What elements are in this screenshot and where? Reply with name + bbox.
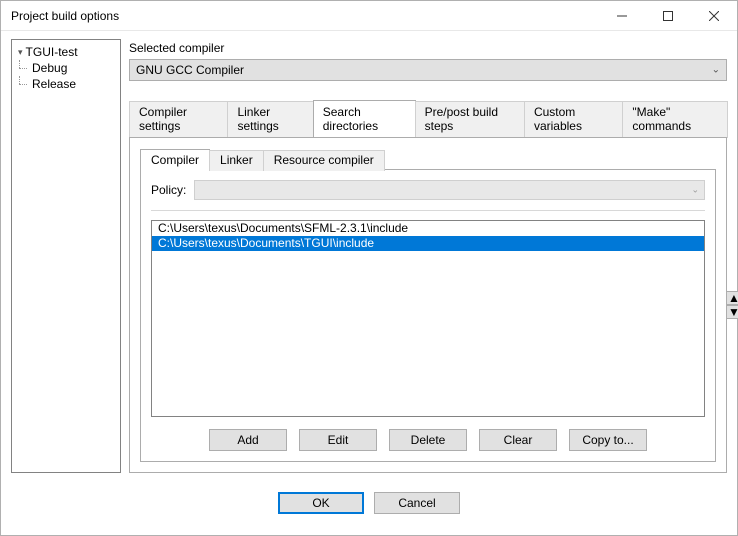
tree-root-label: TGUI-test bbox=[26, 45, 78, 59]
tab-panel: Compiler Linker Resource compiler Policy… bbox=[129, 137, 727, 473]
arrow-down-icon: ▼ bbox=[728, 306, 738, 318]
tree-item-release[interactable]: Release bbox=[14, 76, 120, 92]
button-label: Add bbox=[237, 433, 258, 447]
selected-compiler-label: Selected compiler bbox=[129, 39, 727, 59]
button-label: Clear bbox=[504, 433, 533, 447]
tab-label: Pre/post build steps bbox=[425, 105, 498, 133]
list-item[interactable]: C:\Users\texus\Documents\SFML-2.3.1\incl… bbox=[152, 221, 704, 236]
titlebar: Project build options bbox=[1, 1, 737, 31]
tab-label: "Make" commands bbox=[632, 105, 691, 133]
sub-tabs: Compiler Linker Resource compiler bbox=[140, 148, 716, 169]
directories-list[interactable]: C:\Users\texus\Documents\SFML-2.3.1\incl… bbox=[151, 220, 705, 417]
tree-item-label: Debug bbox=[32, 61, 67, 75]
window-controls bbox=[599, 1, 737, 31]
edit-button[interactable]: Edit bbox=[299, 429, 377, 451]
subtab-label: Resource compiler bbox=[274, 153, 374, 167]
delete-button[interactable]: Delete bbox=[389, 429, 467, 451]
subtab-panel: Policy: ⌄ C:\Users\texus\Documents\SFML-… bbox=[140, 169, 716, 462]
tab-pre-post-build[interactable]: Pre/post build steps bbox=[415, 101, 525, 138]
tree-item-debug[interactable]: Debug bbox=[14, 60, 120, 76]
minimize-button[interactable] bbox=[599, 1, 645, 31]
tab-label: Linker settings bbox=[237, 105, 278, 133]
right-pane: Selected compiler GNU GCC Compiler ⌄ Com… bbox=[129, 39, 727, 473]
chevron-down-icon: ⌄ bbox=[691, 185, 699, 196]
arrow-up-icon: ▲ bbox=[728, 292, 738, 304]
tree-root[interactable]: TGUI-test bbox=[14, 44, 120, 60]
divider bbox=[151, 210, 705, 212]
target-tree[interactable]: TGUI-test Debug Release bbox=[11, 39, 121, 473]
compiler-dropdown-value: GNU GCC Compiler bbox=[136, 63, 244, 77]
policy-label: Policy: bbox=[151, 183, 186, 197]
subtab-compiler[interactable]: Compiler bbox=[140, 149, 210, 170]
policy-dropdown[interactable]: ⌄ bbox=[194, 180, 705, 200]
dialog-footer: OK Cancel bbox=[11, 479, 727, 527]
tab-linker-settings[interactable]: Linker settings bbox=[227, 101, 313, 138]
button-label: OK bbox=[312, 496, 329, 510]
subtab-label: Linker bbox=[220, 153, 253, 167]
button-label: Delete bbox=[411, 433, 446, 447]
list-item-text: C:\Users\texus\Documents\SFML-2.3.1\incl… bbox=[158, 221, 408, 235]
tree-item-label: Release bbox=[32, 77, 76, 91]
subtab-resource-compiler[interactable]: Resource compiler bbox=[263, 150, 385, 171]
chevron-down-icon: ⌄ bbox=[712, 65, 720, 76]
close-button[interactable] bbox=[691, 1, 737, 31]
compiler-dropdown[interactable]: GNU GCC Compiler ⌄ bbox=[129, 59, 727, 81]
main-row: TGUI-test Debug Release Selected compile… bbox=[11, 39, 727, 473]
copy-to-button[interactable]: Copy to... bbox=[569, 429, 647, 451]
tab-make-commands[interactable]: "Make" commands bbox=[622, 101, 728, 138]
tab-custom-variables[interactable]: Custom variables bbox=[524, 101, 623, 138]
list-item-text: C:\Users\texus\Documents\TGUI\include bbox=[158, 236, 374, 250]
button-label: Cancel bbox=[398, 496, 435, 510]
tab-label: Search directories bbox=[323, 105, 378, 133]
button-label: Edit bbox=[328, 433, 349, 447]
list-buttons: Add Edit Delete Clear Copy to... bbox=[151, 429, 705, 451]
move-down-button[interactable]: ▼ bbox=[726, 305, 738, 319]
tab-compiler-settings[interactable]: Compiler settings bbox=[129, 101, 228, 138]
move-up-button[interactable]: ▲ bbox=[726, 291, 738, 305]
tab-label: Custom variables bbox=[534, 105, 582, 133]
maximize-button[interactable] bbox=[645, 1, 691, 31]
add-button[interactable]: Add bbox=[209, 429, 287, 451]
window-title: Project build options bbox=[11, 9, 599, 23]
list-item[interactable]: C:\Users\texus\Documents\TGUI\include bbox=[152, 236, 704, 251]
policy-row: Policy: ⌄ bbox=[151, 180, 705, 200]
tab-label: Compiler settings bbox=[139, 105, 187, 133]
subtab-linker[interactable]: Linker bbox=[209, 150, 264, 171]
dialog-window: Project build options TGUI-test Debug Re… bbox=[0, 0, 738, 536]
subtab-label: Compiler bbox=[151, 153, 199, 167]
tab-search-directories[interactable]: Search directories bbox=[313, 100, 416, 137]
dialog-body: TGUI-test Debug Release Selected compile… bbox=[1, 31, 737, 535]
main-tabs: Compiler settings Linker settings Search… bbox=[129, 99, 727, 137]
ok-button[interactable]: OK bbox=[278, 492, 364, 514]
reorder-buttons: ▲ ▼ bbox=[726, 291, 738, 319]
clear-button[interactable]: Clear bbox=[479, 429, 557, 451]
cancel-button[interactable]: Cancel bbox=[374, 492, 460, 514]
button-label: Copy to... bbox=[582, 433, 633, 447]
